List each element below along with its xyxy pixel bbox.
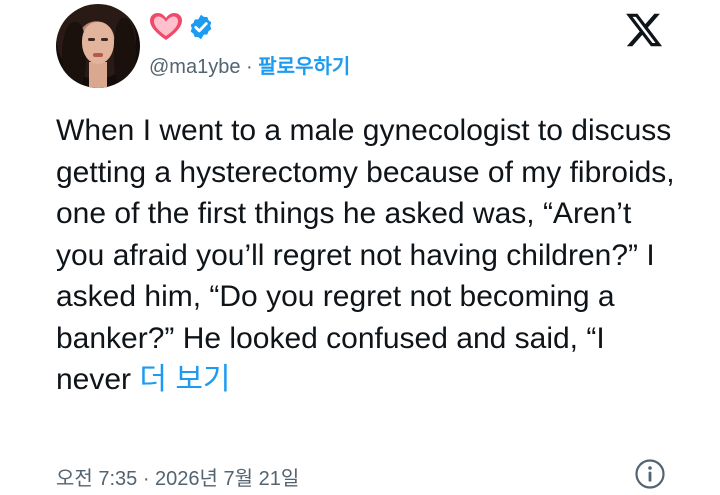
tweet-header: @ma1ybe · 팔로우하기 [56,4,666,88]
timestamp[interactable]: 오전 7:35 · 2026년 7월 21일 [56,462,299,491]
show-more-link[interactable]: 더 보기 [139,363,230,396]
info-icon[interactable] [634,458,666,490]
tweet-text: When I went to a male gynecologist to di… [56,114,675,396]
follow-button[interactable]: 팔로우하기 [258,56,350,78]
avatar[interactable] [56,4,140,88]
x-logo-icon[interactable] [624,10,664,50]
user-handle[interactable]: @ma1ybe [149,56,240,78]
tweet-body: When I went to a male gynecologist to di… [56,110,676,401]
verified-badge-icon [190,14,212,40]
separator: · [246,56,253,78]
name-badges [149,12,215,42]
tweet-footer: 오전 7:35 · 2026년 7월 21일 [56,458,666,492]
handle-line: @ma1ybe · 팔로우하기 [149,50,350,79]
heart-emoji-icon [150,13,182,40]
